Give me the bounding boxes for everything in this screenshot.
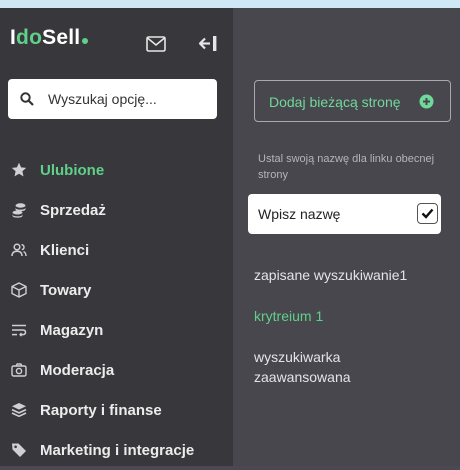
search-icon xyxy=(20,92,34,106)
sidebar-item-klienci[interactable]: Klienci xyxy=(0,230,233,270)
sidebar-item-label: Moderacja xyxy=(40,362,115,379)
name-hint: Ustal swoją nazwę dla linku obecnej stro… xyxy=(258,153,435,181)
sidebar-item-label: Sprzedaż xyxy=(40,202,106,219)
mail-icon[interactable] xyxy=(146,36,166,52)
search-box xyxy=(8,79,217,119)
top-strip xyxy=(0,0,460,8)
sidebar-item-magazyn[interactable]: Magazyn xyxy=(0,310,233,350)
checkmark-icon xyxy=(421,208,434,219)
saved-link-item[interactable]: krytreium 1 xyxy=(254,306,323,326)
sidebar-item-label: Klienci xyxy=(40,242,90,259)
logo-accent: do xyxy=(16,26,43,49)
collapse-sidebar-icon[interactable] xyxy=(199,35,219,52)
sidebar-item-raporty[interactable]: Raporty i finanse xyxy=(0,390,233,430)
sidebar-item-label: Magazyn xyxy=(40,322,104,339)
logo-suffix: Sell xyxy=(42,26,81,49)
wrap-text-icon xyxy=(12,324,27,337)
box-icon xyxy=(11,282,27,298)
sidebar-nav: Ulubione Sprzedaż Klienci Towary Magazyn… xyxy=(0,150,233,470)
search-input[interactable] xyxy=(48,89,208,109)
add-current-page-button[interactable]: Dodaj bieżącą stronę xyxy=(254,80,451,122)
link-name-input[interactable] xyxy=(258,205,408,223)
sidebar-item-label: Ulubione xyxy=(40,162,105,179)
users-icon xyxy=(11,243,27,257)
plus-circle-icon xyxy=(419,94,434,109)
sidebar-item-marketing[interactable]: Marketing i integracje xyxy=(0,430,233,470)
favorites-panel xyxy=(233,8,460,466)
sidebar-item-label: Raporty i finanse xyxy=(40,402,162,419)
sidebar-item-towary[interactable]: Towary xyxy=(0,270,233,310)
logo[interactable]: IdoSell xyxy=(10,26,89,50)
sidebar-item-ulubione[interactable]: Ulubione xyxy=(0,150,233,190)
confirm-name-button[interactable] xyxy=(417,203,438,224)
saved-link-item[interactable]: zapisane wyszukiwanie1 xyxy=(254,265,407,285)
add-current-page-label: Dodaj bieżącą stronę xyxy=(269,94,401,110)
star-icon xyxy=(11,162,27,177)
sidebar-item-label: Towary xyxy=(40,282,92,299)
sidebar-item-sprzedaz[interactable]: Sprzedaż xyxy=(0,190,233,230)
coins-icon xyxy=(12,203,26,218)
sidebar-item-moderacja[interactable]: Moderacja xyxy=(0,350,233,390)
saved-link-item[interactable]: wyszukiwarka zaawansowana xyxy=(254,347,394,387)
camera-icon xyxy=(11,363,27,377)
sidebar-item-label: Marketing i integracje xyxy=(40,442,195,459)
link-name-box xyxy=(248,194,441,234)
layers-icon xyxy=(11,403,27,418)
logo-dot xyxy=(82,38,89,44)
tag-icon xyxy=(12,443,26,457)
